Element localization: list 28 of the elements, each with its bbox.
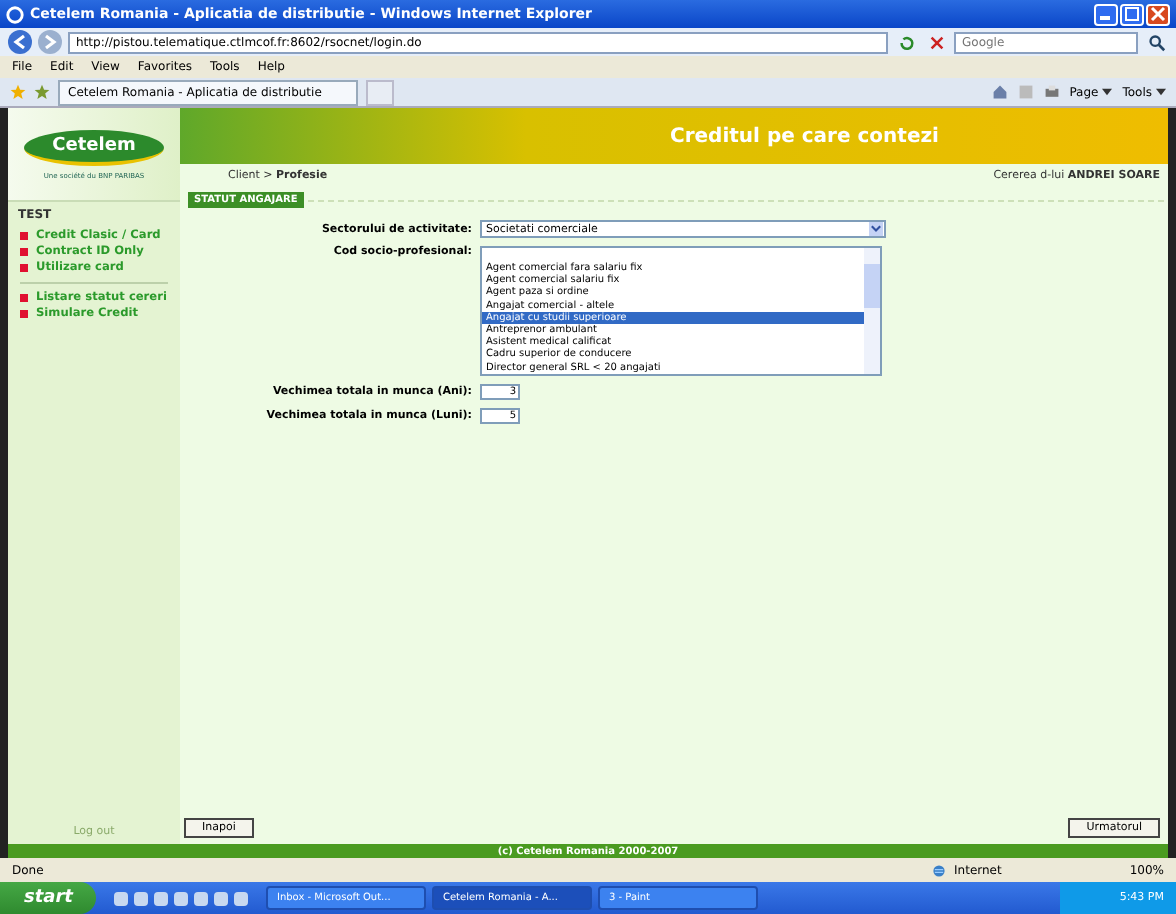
back-button[interactable] <box>8 30 32 54</box>
maximize-icon <box>1124 6 1140 22</box>
close-button[interactable] <box>1146 3 1170 25</box>
maximize-button[interactable] <box>1120 3 1144 25</box>
start-button[interactable]: start <box>0 882 97 914</box>
globe-icon <box>932 863 947 877</box>
printer-icon[interactable] <box>1043 84 1060 100</box>
profession-listbox[interactable] <box>480 246 882 376</box>
browser-icon <box>6 5 24 23</box>
bullet-icon <box>20 310 28 318</box>
bullet-icon <box>20 248 28 256</box>
home-icon[interactable] <box>991 84 1008 100</box>
caret-icon <box>1102 88 1113 96</box>
bullet-icon <box>20 264 28 272</box>
dropdown-arrow-icon[interactable] <box>868 222 884 236</box>
search-button[interactable] <box>1144 32 1168 52</box>
minimize-button[interactable] <box>1094 3 1118 25</box>
cetelem-logo: Cetelem <box>24 129 164 165</box>
bullet-icon <box>20 294 28 302</box>
scrollbar[interactable] <box>864 248 880 374</box>
add-favorite-icon[interactable] <box>34 84 50 100</box>
star-icon[interactable] <box>10 84 26 100</box>
close-icon <box>1150 6 1166 22</box>
caret-icon <box>1156 88 1166 96</box>
bullet-icon <box>20 232 28 240</box>
forward-button[interactable] <box>38 30 62 54</box>
slogan: Creditul pe care contezi <box>670 125 939 147</box>
refresh-button[interactable] <box>894 32 918 52</box>
